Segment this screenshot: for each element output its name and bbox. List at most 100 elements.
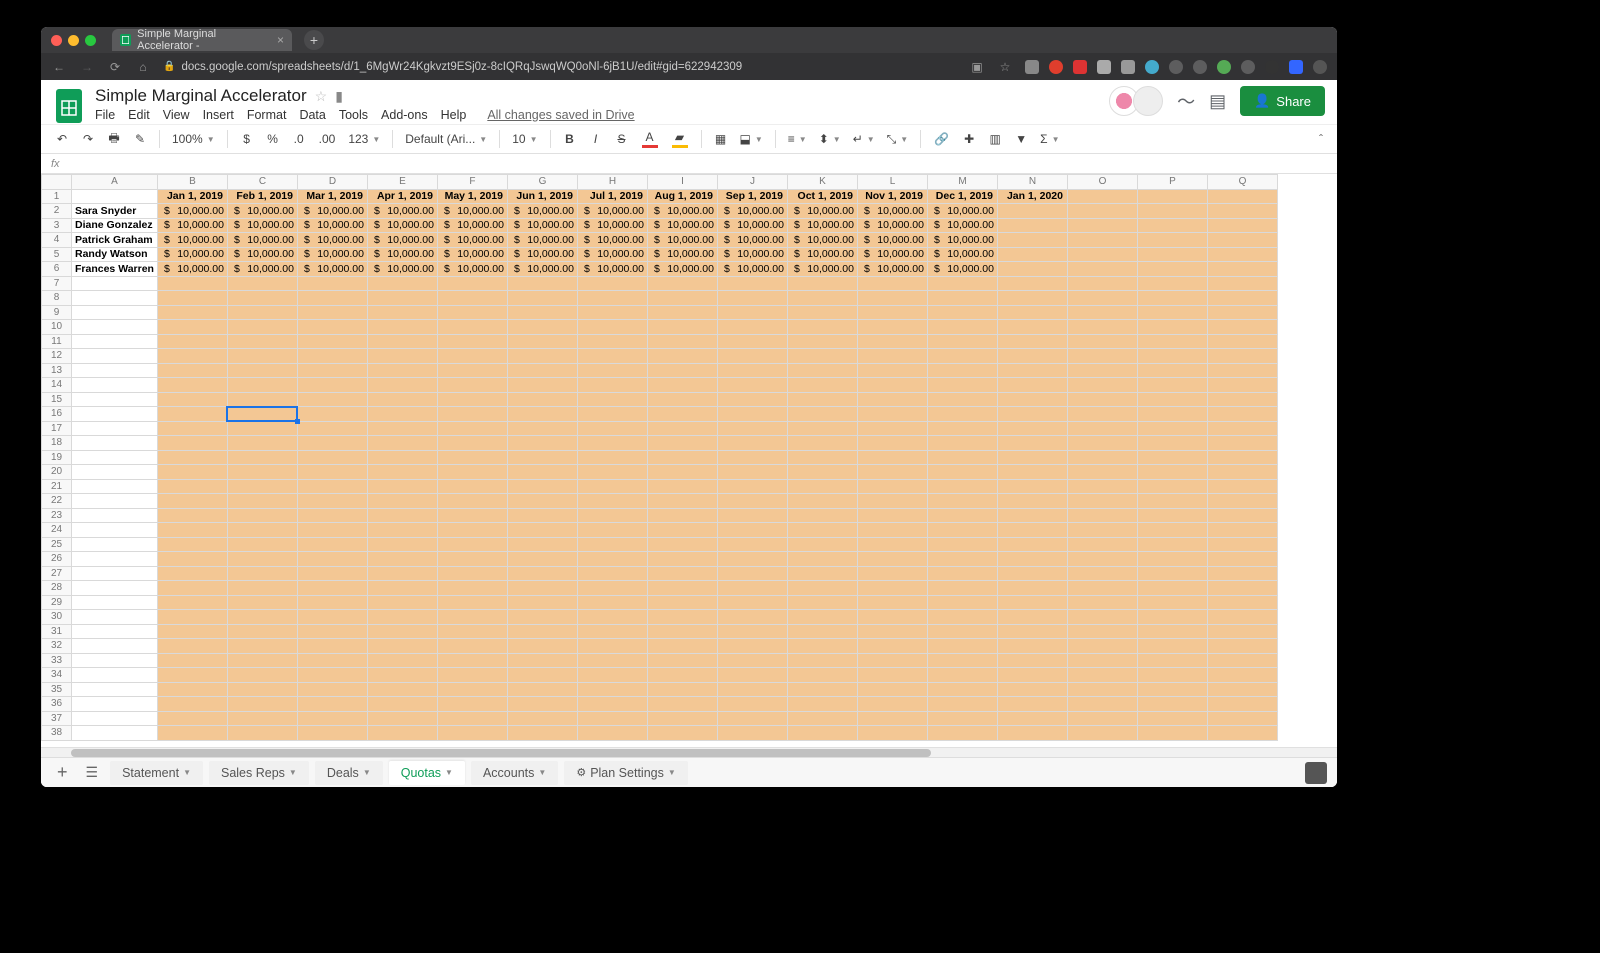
cell[interactable] <box>647 494 717 509</box>
menu-help[interactable]: Help <box>441 108 467 122</box>
cell[interactable] <box>297 523 367 538</box>
row-header[interactable]: 29 <box>42 595 72 610</box>
cell[interactable] <box>857 378 927 393</box>
cell[interactable] <box>1137 668 1207 683</box>
cell[interactable] <box>72 653 158 668</box>
cell[interactable] <box>857 566 927 581</box>
cell[interactable] <box>787 465 857 480</box>
cell[interactable] <box>857 726 927 741</box>
cell[interactable] <box>72 697 158 712</box>
col-header[interactable]: N <box>997 175 1067 190</box>
cell[interactable]: $10,000.00 <box>927 218 997 233</box>
cell[interactable] <box>227 421 297 436</box>
cell[interactable] <box>997 537 1067 552</box>
cell[interactable] <box>787 494 857 509</box>
star-icon[interactable]: ☆ <box>315 88 328 105</box>
cell[interactable] <box>437 711 507 726</box>
row-header[interactable]: 6 <box>42 262 72 277</box>
cell[interactable]: Dec 1, 2019 <box>927 189 997 204</box>
cell[interactable] <box>367 624 437 639</box>
all-sheets-icon[interactable]: ☰ <box>80 764 105 781</box>
cell[interactable] <box>227 276 297 291</box>
cell[interactable] <box>577 334 647 349</box>
cell[interactable] <box>72 465 158 480</box>
cell[interactable] <box>157 711 227 726</box>
cell[interactable] <box>227 624 297 639</box>
cell[interactable]: $10,000.00 <box>647 233 717 248</box>
cell[interactable] <box>507 378 577 393</box>
cell[interactable] <box>927 421 997 436</box>
extension-icon[interactable] <box>1049 60 1063 74</box>
cell[interactable] <box>787 320 857 335</box>
zoom-select[interactable]: 100%▼ <box>168 132 219 146</box>
cell[interactable]: $10,000.00 <box>857 262 927 277</box>
cell[interactable] <box>927 508 997 523</box>
cell[interactable] <box>1137 697 1207 712</box>
cell[interactable] <box>857 581 927 596</box>
cell[interactable] <box>72 624 158 639</box>
cell[interactable] <box>72 711 158 726</box>
cell[interactable]: $10,000.00 <box>717 218 787 233</box>
cell[interactable] <box>647 595 717 610</box>
h-align-icon[interactable]: ≡▼ <box>784 132 811 146</box>
cell[interactable] <box>227 508 297 523</box>
cell[interactable] <box>997 334 1067 349</box>
cell[interactable] <box>297 436 367 451</box>
cell[interactable] <box>717 668 787 683</box>
cell[interactable] <box>997 291 1067 306</box>
cell[interactable] <box>647 537 717 552</box>
cell[interactable] <box>507 320 577 335</box>
cell[interactable] <box>72 334 158 349</box>
row-header[interactable]: 24 <box>42 523 72 538</box>
cell[interactable] <box>437 581 507 596</box>
cell[interactable] <box>1207 407 1277 422</box>
cell[interactable] <box>1067 639 1137 654</box>
cell[interactable] <box>227 566 297 581</box>
cell[interactable]: $10,000.00 <box>927 262 997 277</box>
extension-icon[interactable] <box>1265 60 1279 74</box>
cell[interactable] <box>297 479 367 494</box>
cell[interactable] <box>717 595 787 610</box>
more-formats-select[interactable]: 123▼ <box>344 132 384 146</box>
cell[interactable] <box>1137 189 1207 204</box>
cell[interactable] <box>857 436 927 451</box>
increase-decimal-icon[interactable]: .00 <box>314 127 341 151</box>
url-field[interactable]: 🔒 docs.google.com/spreadsheets/d/1_6MgWr… <box>163 61 957 73</box>
cell[interactable] <box>787 407 857 422</box>
row-header[interactable]: 37 <box>42 711 72 726</box>
cell[interactable]: $10,000.00 <box>857 218 927 233</box>
cell[interactable] <box>787 378 857 393</box>
cell[interactable] <box>997 523 1067 538</box>
row-header[interactable]: 8 <box>42 291 72 306</box>
cell[interactable] <box>1067 508 1137 523</box>
cell[interactable] <box>927 407 997 422</box>
cell[interactable]: $10,000.00 <box>297 262 367 277</box>
text-color-icon[interactable]: A <box>637 127 663 151</box>
minimize-window-icon[interactable] <box>68 35 79 46</box>
cell[interactable] <box>1207 537 1277 552</box>
cell[interactable] <box>1207 639 1277 654</box>
cell[interactable] <box>367 363 437 378</box>
cell[interactable] <box>787 479 857 494</box>
cell[interactable] <box>927 479 997 494</box>
cell[interactable] <box>367 668 437 683</box>
decrease-decimal-icon[interactable]: .0 <box>288 127 310 151</box>
cell[interactable] <box>1067 653 1137 668</box>
cell[interactable] <box>997 624 1067 639</box>
cell[interactable] <box>157 494 227 509</box>
cell[interactable]: $10,000.00 <box>857 247 927 262</box>
cell[interactable] <box>437 639 507 654</box>
back-icon[interactable]: ← <box>51 60 67 74</box>
row-header[interactable]: 33 <box>42 653 72 668</box>
cell[interactable] <box>507 479 577 494</box>
cell[interactable] <box>507 363 577 378</box>
cell[interactable] <box>507 494 577 509</box>
cell[interactable]: $10,000.00 <box>717 262 787 277</box>
cell[interactable] <box>787 305 857 320</box>
cell[interactable] <box>157 682 227 697</box>
cell[interactable] <box>1207 697 1277 712</box>
collaborator-avatar[interactable] <box>1133 86 1163 116</box>
cell[interactable]: $10,000.00 <box>437 262 507 277</box>
cell[interactable] <box>367 436 437 451</box>
cell[interactable] <box>227 726 297 741</box>
